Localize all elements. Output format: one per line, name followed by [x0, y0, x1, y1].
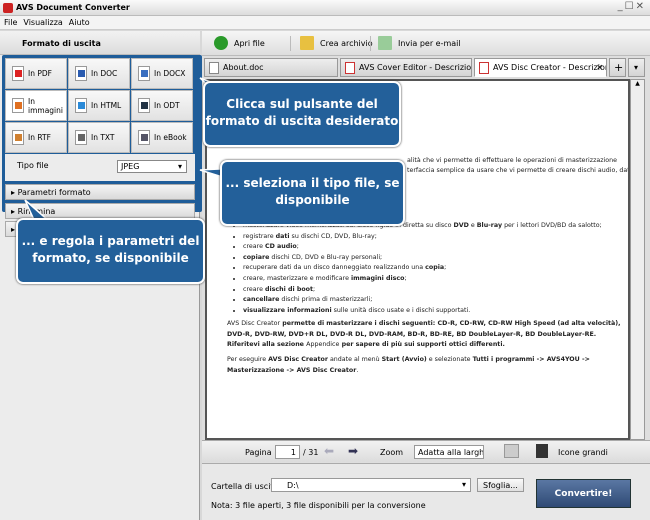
callout-format: Clicca sul pulsante del formato di uscit… — [203, 81, 401, 147]
callout-params: ... e regola i parametri del formato, se… — [16, 218, 205, 284]
callout-file-type: ... seleziona il tipo file, se disponibi… — [220, 160, 405, 226]
